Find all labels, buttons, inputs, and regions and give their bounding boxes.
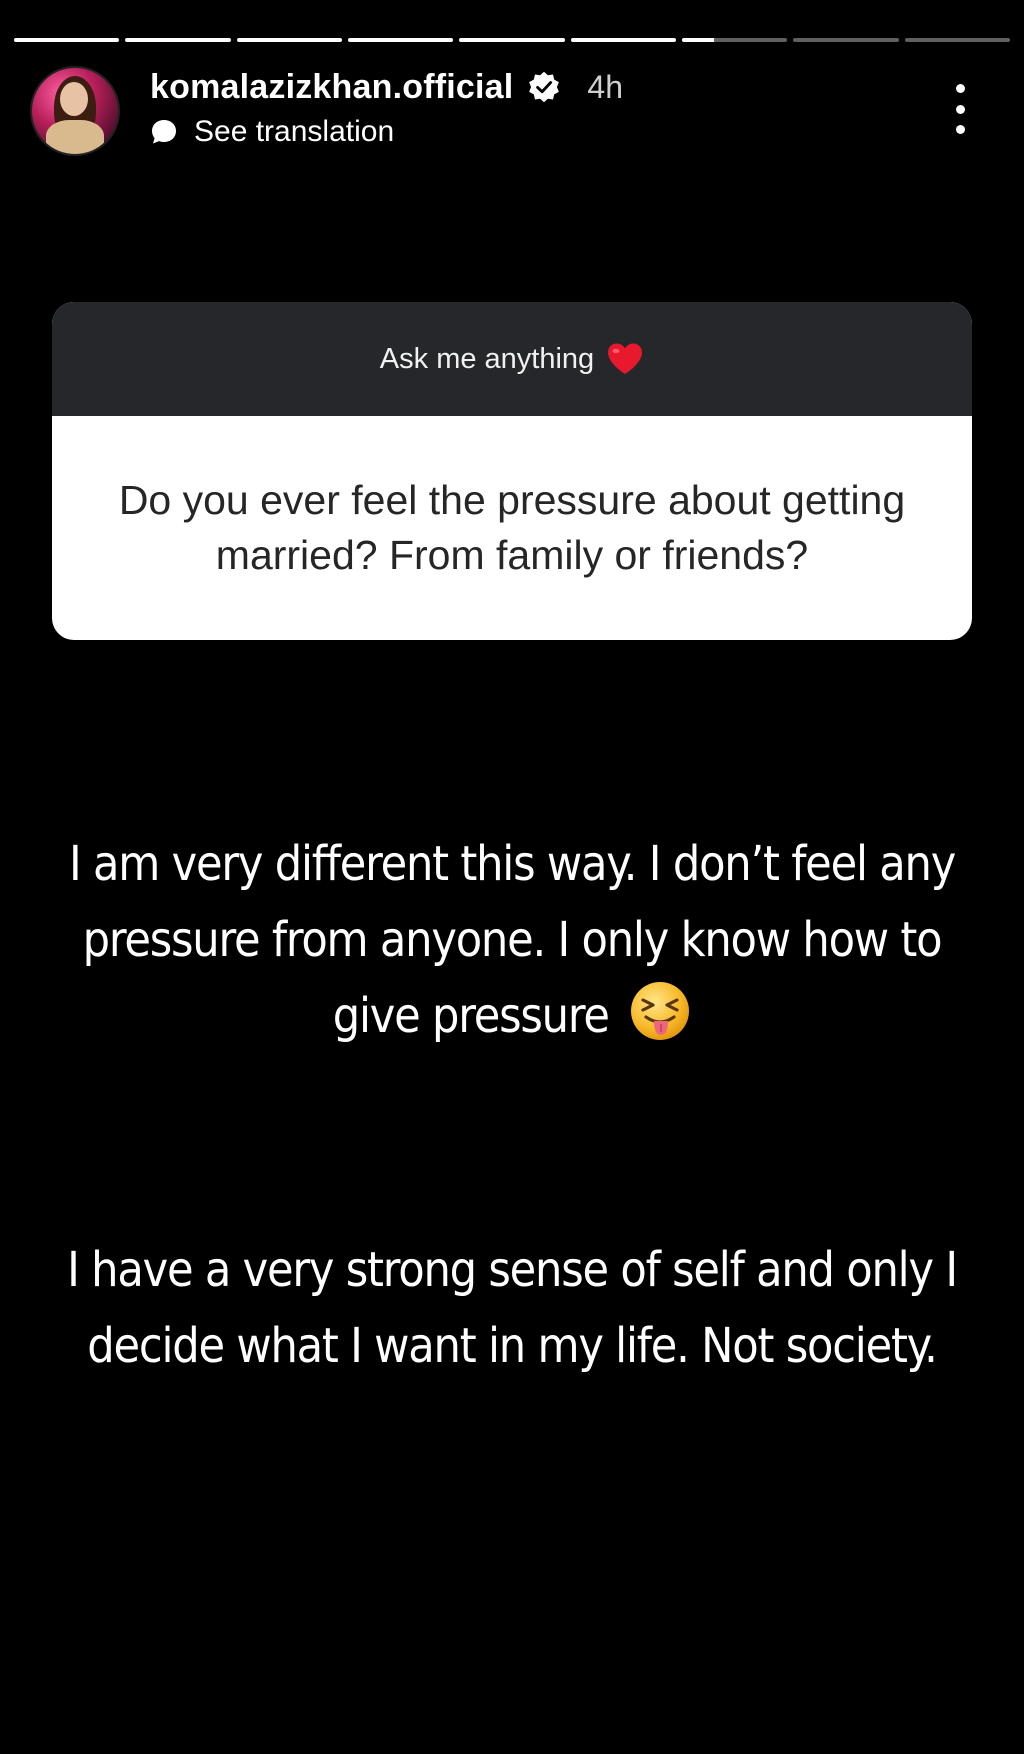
post-time: 4h	[587, 68, 623, 105]
more-dot	[955, 104, 965, 114]
story-progress-segment	[570, 38, 676, 42]
more-options-icon[interactable]	[950, 84, 970, 134]
answer-text-2: I have a very strong sense of self and o…	[67, 1242, 958, 1374]
story-progress-bar	[14, 38, 1010, 42]
story-progress-fill	[570, 38, 676, 42]
story-progress-segment	[793, 38, 899, 42]
question-sticker-body: Do you ever feel the pressure about gett…	[52, 416, 972, 640]
story-progress-segment	[904, 38, 1010, 42]
question-sticker-title: Ask me anything	[379, 342, 595, 375]
answer-text-1: I am very different this way. I don’t fe…	[68, 836, 956, 1044]
red-heart-icon	[606, 342, 644, 376]
story-progress-fill	[681, 38, 714, 42]
story-progress-fill	[236, 38, 342, 42]
username-row: komalazizkhan.official 4h	[150, 66, 623, 108]
avatar[interactable]	[30, 66, 120, 156]
see-translation[interactable]: See translation	[150, 112, 394, 152]
verified-badge-icon	[527, 70, 561, 104]
question-sticker-header: Ask me anything	[52, 302, 972, 416]
story-progress-segment	[681, 38, 788, 42]
story-progress-segment	[347, 38, 454, 42]
question-text: Do you ever feel the pressure about gett…	[118, 477, 906, 578]
more-dot	[955, 84, 965, 93]
avatar-dress	[46, 120, 104, 154]
story-progress-segment	[125, 38, 231, 42]
chat-bubble-icon	[150, 118, 178, 146]
story-progress-fill	[347, 38, 454, 42]
story-progress-fill	[459, 38, 565, 42]
answer-paragraph-2: I have a very strong sense of self and o…	[40, 1232, 984, 1384]
story-progress-segment	[236, 38, 342, 42]
question-sticker[interactable]: Ask me anything Do you ever feel the pre…	[52, 302, 972, 640]
more-dot	[955, 125, 965, 134]
username[interactable]: komalazizkhan.official	[150, 68, 513, 107]
story-progress-segment	[459, 38, 565, 42]
avatar-face	[60, 82, 88, 116]
story-header: komalazizkhan.official 4h See translatio…	[30, 66, 994, 156]
squinting-face-with-tongue-icon	[629, 980, 691, 1042]
story-progress-segment	[14, 38, 120, 42]
answer-paragraph-1: I am very different this way. I don’t fe…	[40, 826, 984, 1054]
story-progress-fill	[125, 38, 231, 42]
story-viewer: { "story": { "segments_total": 9, "segme…	[0, 0, 1024, 1754]
see-translation-label: See translation	[194, 115, 395, 148]
story-progress-fill	[14, 38, 120, 42]
